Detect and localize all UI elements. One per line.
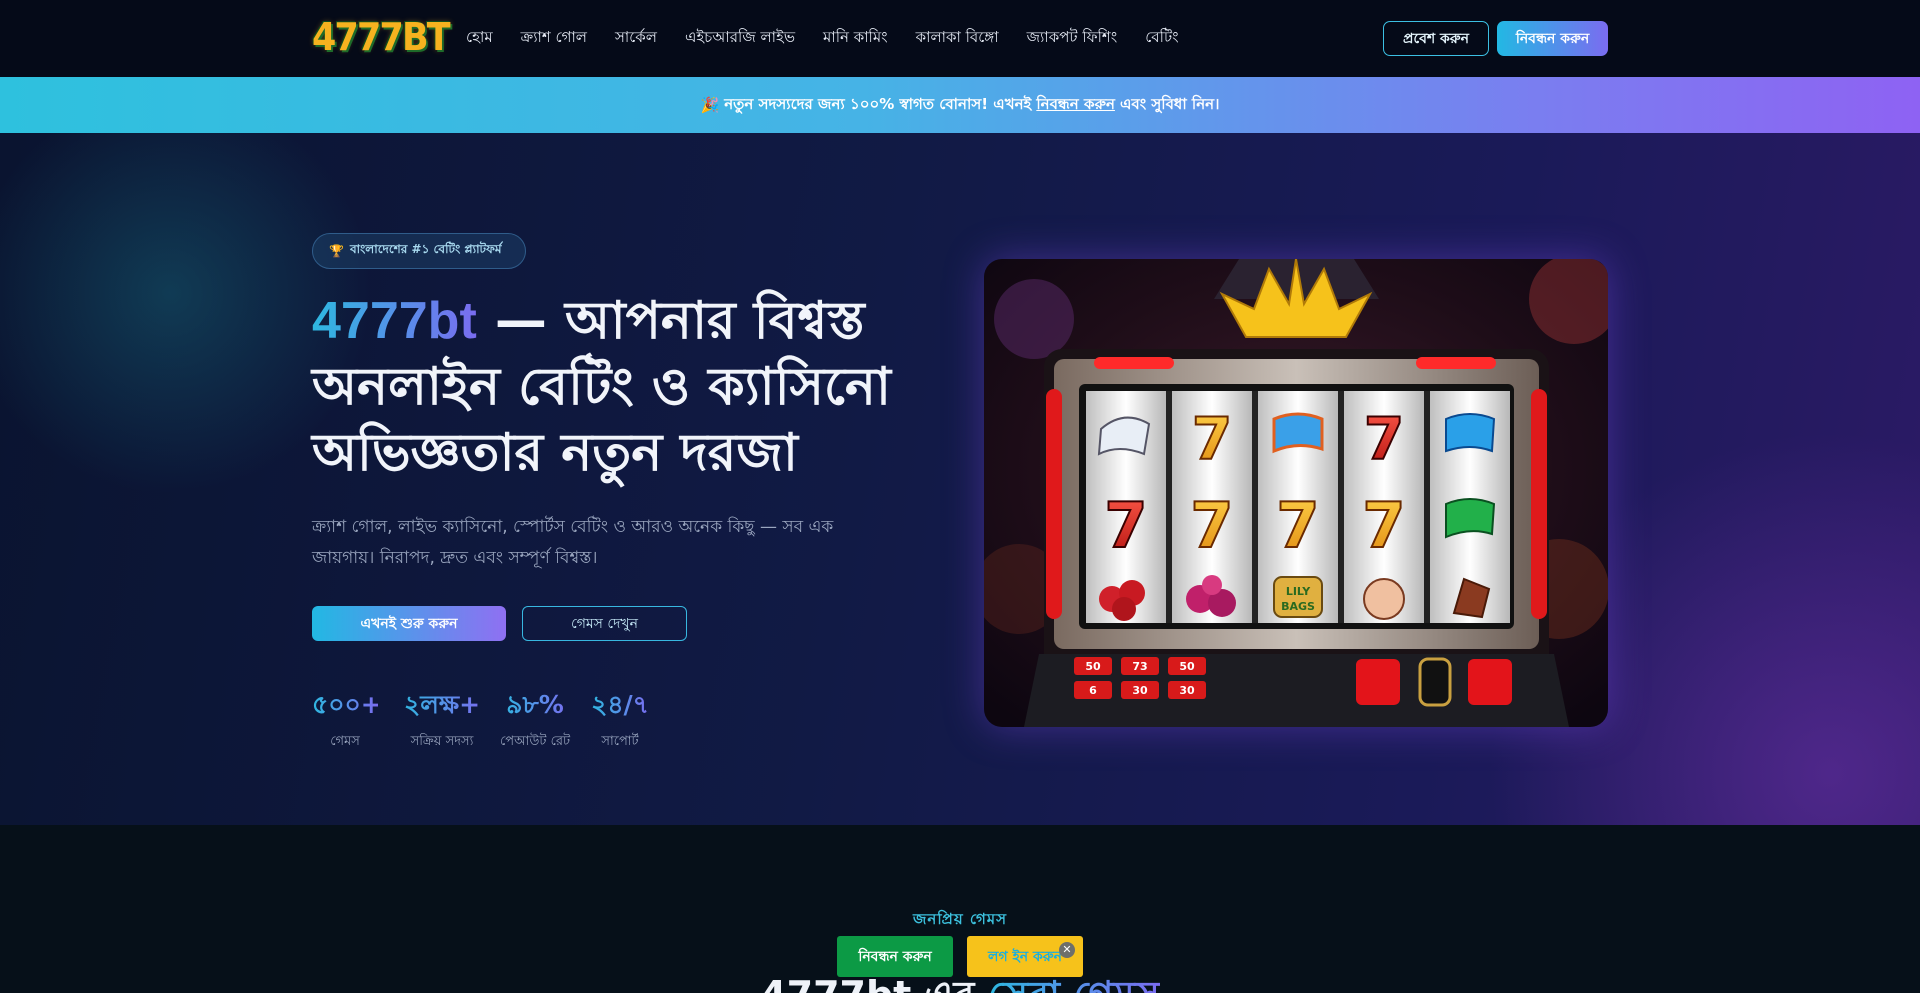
view-games-button[interactable]: গেমস দেখুন bbox=[522, 606, 687, 641]
nav-item-home[interactable]: হোম bbox=[466, 26, 493, 48]
hero-subtext: ক্র্যাশ গোল, লাইভ ক্যাসিনো, স্পোর্টস বেট… bbox=[312, 517, 834, 568]
stat-label: সক্রিয় সদস্য bbox=[410, 734, 474, 749]
close-icon[interactable]: ✕ bbox=[1059, 942, 1075, 958]
hero-headline: 4777bt — আপনার বিশ্বস্ত অনলাইন বেটিং ও ক… bbox=[312, 288, 932, 486]
slot-machine-illustration: 7 7 7 7 7 7 LILY BAGS 50 73 50 6 30 30 bbox=[984, 259, 1608, 727]
party-icon: 🎉 bbox=[700, 96, 720, 114]
floating-register-button[interactable]: নিবন্ধন করুন bbox=[837, 936, 953, 977]
hero-brand: 4777bt bbox=[312, 292, 477, 350]
main-nav: হোম ক্র্যাশ গোল সার্কেল এইচআরজি লাইভ মান… bbox=[466, 26, 1207, 48]
stat-label: গেমস bbox=[330, 734, 360, 749]
svg-text:7: 7 bbox=[1362, 489, 1405, 562]
stat-value: ২লক্ষ+ bbox=[400, 688, 484, 722]
promo-text-end: এবং সুবিধা নিন। bbox=[1119, 94, 1220, 113]
slot-machine-image: 7 7 7 7 7 7 LILY BAGS 50 73 50 6 30 30 bbox=[984, 259, 1608, 727]
nav-item-money-coming[interactable]: মানি কামিং bbox=[823, 26, 888, 48]
stat-payout: ৯৮% পেআউট রেট bbox=[500, 688, 570, 753]
svg-text:7: 7 bbox=[1192, 405, 1232, 473]
site-header: 4777BT হোম ক্র্যাশ গোল সার্কেল এইচআরজি ল… bbox=[0, 0, 1920, 77]
badge-text: বাংলাদেশের #১ বেটিং প্ল্যাটফর্ম bbox=[349, 242, 502, 256]
promo-text: নতুন সদস্যদের জন্য ১০০% স্বাগত বোনাস! এখ… bbox=[724, 94, 1032, 113]
nav-item-kalaka-bingo[interactable]: কালাকা বিঙ্গো bbox=[916, 26, 999, 48]
nav-item-circle[interactable]: সার্কেল bbox=[615, 26, 657, 48]
meter-5: 30 bbox=[1132, 684, 1148, 697]
register-button[interactable]: নিবন্ধন করুন bbox=[1497, 21, 1608, 56]
hero-stats: ৫০০+ গেমস ২লক্ষ+ সক্রিয় সদস্য ৯৮% পেআউট… bbox=[312, 688, 650, 753]
hero-section bbox=[0, 133, 1920, 825]
meter-6: 30 bbox=[1179, 684, 1195, 697]
start-now-button[interactable]: এখনই শুরু করুন bbox=[312, 606, 506, 641]
meter-3: 50 bbox=[1179, 660, 1195, 673]
svg-text:7: 7 bbox=[1190, 489, 1233, 562]
stat-label: সাপোর্ট bbox=[601, 734, 639, 749]
stat-value: ২৪/৭ bbox=[590, 688, 650, 722]
section-kicker: জনপ্রিয় গেমস bbox=[912, 910, 1008, 928]
nav-item-hrg-live[interactable]: এইচআরজি লাইভ bbox=[685, 26, 795, 48]
stat-support: ২৪/৭ সাপোর্ট bbox=[590, 688, 650, 753]
svg-text:7: 7 bbox=[1276, 489, 1319, 562]
svg-text:7: 7 bbox=[1104, 489, 1147, 562]
platform-badge: 🏆 বাংলাদেশের #১ বেটিং প্ল্যাটফর্ম bbox=[312, 233, 526, 269]
hero-title-line2: অনলাইন বেটিং ও ক্যাসিনো bbox=[312, 357, 891, 417]
section-title: 4777bt এর সেরা গেমস bbox=[0, 966, 1920, 993]
stat-value: ৯৮% bbox=[500, 688, 570, 722]
hero-title-line1: — আপনার বিশ্বস্ত bbox=[476, 291, 865, 351]
slot-symbol-lily: LILY bbox=[1286, 585, 1311, 598]
hero-title-line3: অভিজ্ঞতার নতুন দরজা bbox=[312, 423, 798, 483]
stat-members: ২লক্ষ+ সক্রিয় সদস্য bbox=[400, 688, 484, 753]
login-button[interactable]: প্রবেশ করুন bbox=[1383, 21, 1489, 56]
meter-1: 50 bbox=[1085, 660, 1101, 673]
promo-register-link[interactable]: নিবন্ধন করুন bbox=[1036, 93, 1115, 118]
trophy-icon: 🏆 bbox=[329, 244, 344, 258]
svg-text:7: 7 bbox=[1364, 405, 1404, 473]
promo-banner: 🎉 নতুন সদস্যদের জন্য ১০০% স্বাগত বোনাস! … bbox=[0, 77, 1920, 133]
nav-item-betting[interactable]: বেটিং bbox=[1145, 26, 1178, 48]
meter-2: 73 bbox=[1132, 660, 1147, 673]
nav-item-crash-goal[interactable]: ক্র্যাশ গোল bbox=[521, 26, 587, 48]
site-logo[interactable]: 4777BT bbox=[312, 14, 451, 60]
slot-symbol-bags: BAGS bbox=[1281, 600, 1315, 613]
nav-item-jackpot-fishing[interactable]: জ্যাকপট ফিশিং bbox=[1027, 26, 1118, 48]
meter-4: 6 bbox=[1089, 684, 1097, 697]
stat-value: ৫০০+ bbox=[312, 688, 382, 722]
stat-games: ৫০০+ গেমস bbox=[312, 688, 382, 753]
stat-label: পেআউট রেট bbox=[500, 734, 571, 749]
